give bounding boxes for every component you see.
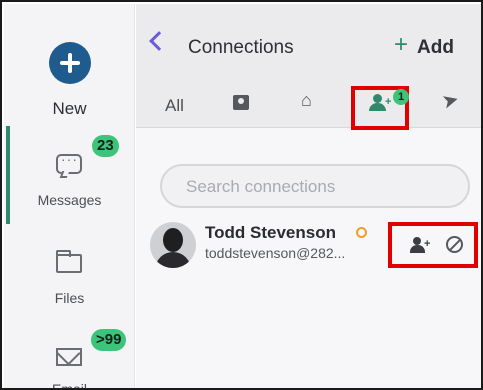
- building-icon[interactable]: ⌂: [301, 90, 323, 110]
- envelope-icon[interactable]: [56, 348, 82, 366]
- email-badge: >99: [91, 329, 127, 351]
- folder-icon[interactable]: [56, 250, 82, 273]
- back-chevron-icon[interactable]: [149, 31, 169, 51]
- page-title: Connections: [188, 37, 294, 58]
- contact-email: toddstevenson@282...: [205, 245, 346, 261]
- app-window: New 23 Messages Files >99 Email Connecti…: [0, 0, 483, 390]
- connections-pane: Connections + Add All ⌂ + 1 ➤ Search con…: [136, 4, 481, 388]
- chat-bubble-tail: [59, 171, 70, 178]
- active-indicator: [6, 126, 10, 224]
- messages-label[interactable]: Messages: [4, 192, 135, 208]
- messages-badge: 23: [92, 135, 119, 157]
- add-person-icon[interactable]: +: [369, 94, 391, 111]
- avatar[interactable]: [150, 222, 196, 268]
- search-placeholder: Search connections: [186, 177, 336, 196]
- search-input[interactable]: Search connections: [160, 164, 470, 208]
- send-icon[interactable]: ➤: [439, 86, 462, 114]
- contact-card-icon[interactable]: [233, 95, 249, 110]
- tab-all[interactable]: All: [165, 96, 184, 116]
- add-plus-icon[interactable]: +: [394, 33, 408, 57]
- new-label[interactable]: New: [4, 99, 135, 119]
- filter-tabs: All ⌂ + 1 ➤: [136, 66, 481, 130]
- accept-person-icon[interactable]: +: [410, 237, 430, 254]
- requests-badge: 1: [393, 89, 409, 105]
- header: Connections + Add: [136, 4, 481, 66]
- left-rail: New 23 Messages Files >99 Email: [4, 4, 135, 388]
- new-plus-icon[interactable]: [49, 42, 91, 84]
- email-label[interactable]: Email: [4, 381, 135, 388]
- actions-highlight: [388, 222, 478, 268]
- add-button[interactable]: Add: [417, 37, 454, 59]
- status-dot-icon: [356, 227, 367, 238]
- block-user-icon[interactable]: [446, 236, 463, 253]
- contact-name[interactable]: Todd Stevenson: [205, 223, 336, 243]
- files-label[interactable]: Files: [4, 290, 135, 306]
